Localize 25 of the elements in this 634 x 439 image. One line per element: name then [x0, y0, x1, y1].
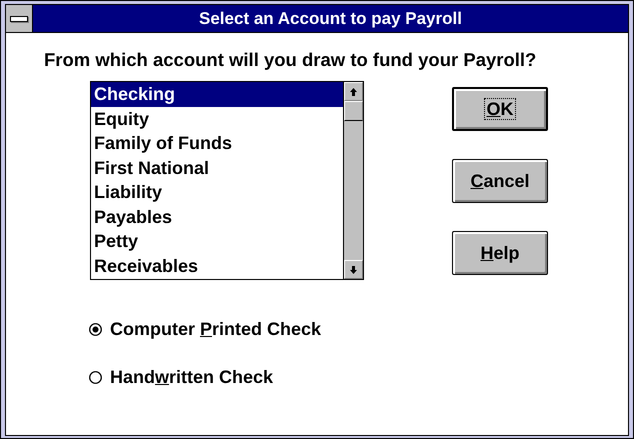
prompt-text: From which account will you draw to fund your Payroll?: [44, 49, 538, 71]
up-arrow-icon: [350, 88, 357, 96]
list-item[interactable]: First National: [91, 156, 343, 180]
radio-icon[interactable]: [89, 370, 102, 384]
list-item[interactable]: Family of Funds: [91, 131, 343, 156]
list-item[interactable]: Payables: [91, 204, 343, 229]
list-item[interactable]: Liability: [91, 180, 343, 204]
account-list[interactable]: Checking Equity Family of Funds First National Liability Payables Petty Receivables: [90, 81, 364, 280]
scroll-down-button[interactable]: [344, 260, 363, 279]
radio-option[interactable]: Handwritten Check: [89, 366, 274, 388]
window-title: Select an Account to pay Payroll: [198, 8, 463, 30]
down-arrow-icon: [350, 266, 357, 274]
scrollbar[interactable]: [343, 82, 363, 279]
radio-icon[interactable]: [89, 322, 102, 336]
dialog-button[interactable]: Help: [452, 231, 548, 275]
list-item[interactable]: Checking: [91, 82, 343, 106]
list-item[interactable]: Equity: [91, 106, 343, 131]
list-item[interactable]: Petty: [91, 229, 343, 254]
scroll-up-button[interactable]: [344, 82, 363, 101]
dialog-button[interactable]: Cancel: [452, 159, 548, 203]
list-item[interactable]: Receivables: [91, 254, 343, 278]
scroll-thumb[interactable]: [344, 101, 363, 121]
control-menu-button[interactable]: [6, 5, 33, 32]
dialog-button[interactable]: OK: [452, 87, 548, 131]
radio-option[interactable]: Computer Printed Check: [89, 318, 322, 340]
